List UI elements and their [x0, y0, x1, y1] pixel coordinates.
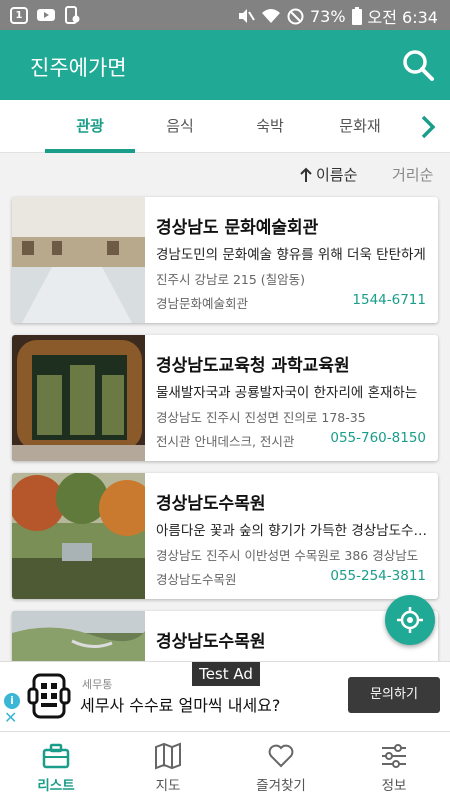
- mute-icon: [238, 9, 255, 23]
- sort-by-name-button[interactable]: 이름순: [298, 164, 357, 185]
- heart-icon: [268, 744, 294, 768]
- wifi-icon: [261, 9, 280, 23]
- place-thumbnail: [12, 335, 145, 461]
- notification-badge-icon: 1: [10, 6, 28, 24]
- tab-tourism[interactable]: 관광: [45, 100, 135, 153]
- test-ad-label: Test Ad: [192, 662, 260, 686]
- status-bar: 1 73% 오전 6:34: [0, 0, 450, 30]
- briefcase-icon: [42, 743, 70, 769]
- nav-label: 리스트: [37, 778, 75, 794]
- place-description: 경남도민의 문화예술 향유를 위해 더욱 탄탄하게: [156, 247, 426, 263]
- ad-cta-button[interactable]: 문의하기: [348, 677, 440, 713]
- place-description: 아름다운 꽃과 숲의 향기가 가득한 경상남도수목원: [156, 523, 428, 539]
- phone-alert-icon: [65, 6, 80, 24]
- nav-label: 정보: [381, 778, 407, 794]
- place-title: 경상남도교육청 과학교육원: [156, 356, 350, 376]
- place-phone[interactable]: 1544-6711: [352, 292, 426, 308]
- ad-brand: 세무통: [82, 678, 113, 691]
- crosshair-icon: [397, 607, 423, 633]
- nav-label: 즐겨찾기: [256, 778, 306, 794]
- clock: 오전 6:34: [367, 8, 438, 27]
- ad-info-icon[interactable]: i: [4, 693, 20, 709]
- place-thumbnail: [12, 197, 145, 323]
- place-subtitle: 경상남도수목원: [156, 572, 237, 587]
- ad-headline: 세무사 수수료 얼마씩 내세요?: [80, 696, 281, 715]
- nav-list[interactable]: 리스트: [0, 732, 112, 800]
- place-thumbnail: [12, 473, 145, 599]
- place-address: 진주시 강남로 215 (칠암동): [156, 272, 306, 287]
- youtube-icon: [37, 9, 55, 21]
- place-card[interactable]: 경상남도교육청 과학교육원 물새발자국과 공룡발자국이 한자리에 혼재하는 경상…: [12, 335, 438, 461]
- ad-close-icon[interactable]: ✕: [4, 708, 17, 727]
- nav-info[interactable]: 정보: [338, 732, 450, 800]
- place-subtitle: 전시관 안내데스크, 전시관: [156, 434, 295, 449]
- place-phone[interactable]: 055-760-8150: [330, 430, 426, 446]
- app-title: 진주에가면: [30, 56, 127, 80]
- tab-lodging[interactable]: 숙박: [225, 100, 315, 153]
- place-phone[interactable]: 055-254-3811: [330, 568, 426, 584]
- arrow-up-icon: [300, 167, 312, 182]
- bottom-navigation: 리스트 지도 즐겨찾기 정보: [0, 731, 450, 800]
- sort-by-distance-button[interactable]: 거리순: [392, 164, 433, 185]
- search-icon[interactable]: [400, 47, 436, 83]
- battery-percent: 73%: [309, 6, 346, 26]
- place-address: 경상남도 진주시 진성면 진의로 178-35: [156, 410, 366, 425]
- tab-heritage[interactable]: 문화재: [315, 100, 405, 153]
- tab-indicator: [45, 149, 135, 153]
- place-address: 경상남도 진주시 이반성면 수목원로 386 경상남도: [156, 548, 419, 563]
- place-card[interactable]: 경상남도수목원 아름다운 꽃과 숲의 향기가 가득한 경상남도수목원 경상남도 …: [12, 473, 438, 599]
- nav-label: 지도: [155, 778, 181, 794]
- place-description: 물새발자국과 공룡발자국이 한자리에 혼재하는: [156, 385, 418, 401]
- sort-name-label: 이름순: [316, 166, 358, 184]
- nav-map[interactable]: 지도: [112, 732, 224, 800]
- nav-favorites[interactable]: 즐겨찾기: [225, 732, 337, 800]
- block-icon: [287, 8, 304, 24]
- app-bar: 진주에가면: [0, 30, 450, 100]
- current-location-button[interactable]: [385, 595, 435, 645]
- tab-food[interactable]: 음식: [135, 100, 225, 153]
- place-subtitle: 경남문화예술회관: [156, 296, 249, 311]
- category-tabs: 관광 음식 숙박 문화재: [0, 100, 450, 153]
- place-title: 경상남도수목원: [156, 632, 266, 652]
- ad-logo: [27, 673, 71, 719]
- place-title: 경상남도 문화예술회관: [156, 218, 319, 238]
- chevron-right-icon[interactable]: [414, 113, 442, 141]
- place-card[interactable]: 경상남도 문화예술회관 경남도민의 문화예술 향유를 위해 더욱 탄탄하게 진주…: [12, 197, 438, 323]
- sliders-icon: [382, 744, 406, 768]
- place-title: 경상남도수목원: [156, 494, 266, 514]
- map-icon: [155, 742, 181, 770]
- battery-icon: [351, 7, 362, 25]
